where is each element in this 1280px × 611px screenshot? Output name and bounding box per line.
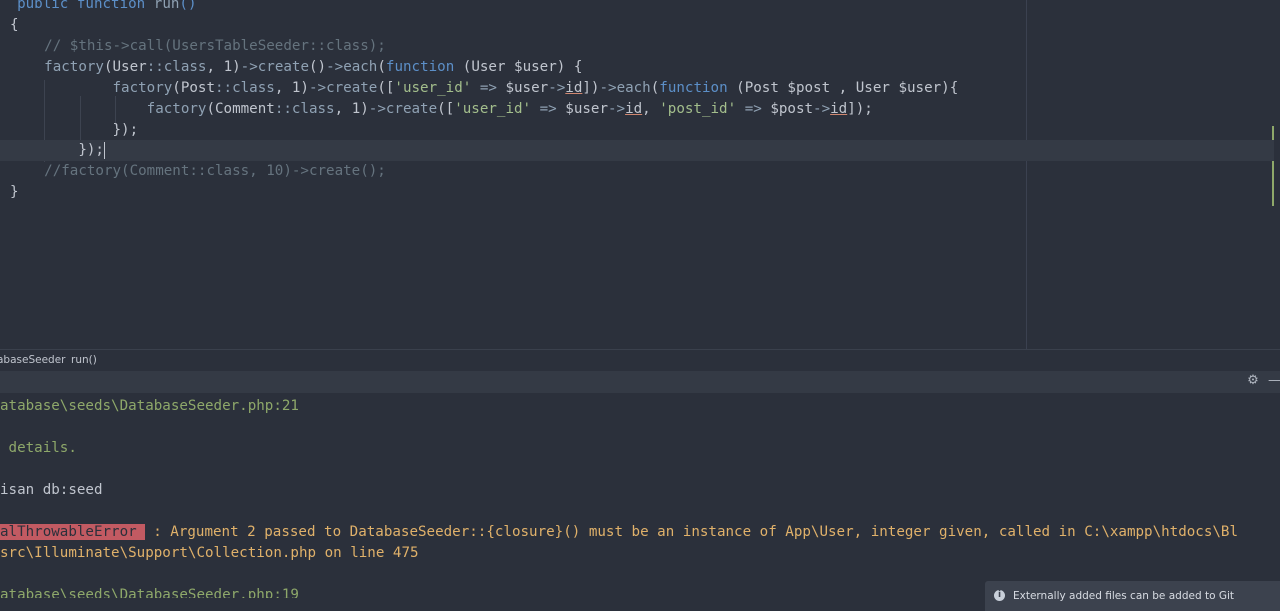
error-badge: alThrowableError bbox=[0, 524, 145, 540]
terminal-line: atabase\seeds\DatabaseSeeder.php:19 bbox=[0, 587, 299, 598]
code-comment: //factory(Comment::class, 10)->create(); bbox=[10, 163, 386, 179]
terminal-output[interactable]: atabase\seeds\DatabaseSeeder.php:21 deta… bbox=[0, 393, 1280, 598]
terminal-header: ⚙ — bbox=[0, 371, 1280, 393]
terminal-line: details. bbox=[0, 440, 77, 456]
terminal-line: isan db:seed bbox=[0, 482, 103, 498]
code-text: { bbox=[10, 17, 19, 33]
code-line: factory(User::class, 1)->create()->each(… bbox=[0, 57, 1274, 78]
code-text: }); bbox=[10, 142, 104, 158]
breadcrumb-method[interactable]: run() bbox=[71, 354, 97, 366]
gear-icon[interactable]: ⚙ bbox=[1245, 373, 1261, 389]
code-editor[interactable]: public function run() { // $this->call(U… bbox=[0, 0, 1280, 349]
terminal-line: atabase\seeds\DatabaseSeeder.php:21 bbox=[0, 398, 299, 414]
breadcrumb-separator: › bbox=[57, 354, 62, 366]
code-line: //factory(Comment::class, 10)->create(); bbox=[0, 161, 1274, 182]
code-line: }); bbox=[0, 120, 1274, 141]
code-line-current: }); bbox=[0, 140, 1274, 161]
terminal-error-line: alThrowableError : Argument 2 passed to … bbox=[0, 522, 1238, 543]
text-caret bbox=[104, 142, 105, 159]
code-line: } bbox=[0, 182, 1274, 203]
error-message: : Argument 2 passed to DatabaseSeeder::{… bbox=[144, 524, 1238, 540]
code-text: factory(Comment::class, 1)->create(['use… bbox=[146, 101, 873, 117]
code-text: } bbox=[10, 184, 19, 200]
code-text: public function run() bbox=[17, 0, 197, 12]
code-line: factory(Comment::class, 1)->create(['use… bbox=[0, 99, 1274, 120]
code-text: }); bbox=[10, 122, 139, 138]
code-line: // $this->call(UsersTableSeeder::class); bbox=[0, 36, 1274, 57]
breadcrumb-class[interactable]: abaseSeeder bbox=[0, 354, 66, 366]
breadcrumb: abaseSeeder › run() bbox=[0, 349, 1280, 371]
code-comment: // $this->call(UsersTableSeeder::class); bbox=[10, 38, 386, 54]
code-line: factory(Post::class, 1)->create(['user_i… bbox=[0, 78, 1274, 99]
info-icon: i bbox=[994, 590, 1005, 601]
code-text: factory(User::class, 1)->create()->each(… bbox=[44, 59, 583, 75]
code-text: factory(Post::class, 1)->create(['user_i… bbox=[112, 80, 959, 96]
minimize-icon[interactable]: — bbox=[1268, 373, 1280, 389]
code-line: { bbox=[0, 15, 1274, 36]
notification-toast[interactable]: i Externally added files can be added to… bbox=[985, 581, 1280, 611]
toast-message: Externally added files can be added to G… bbox=[1013, 590, 1234, 602]
terminal-line: src\Illuminate\Support\Collection.php on… bbox=[0, 545, 419, 561]
code-line: public function run() bbox=[0, 0, 1274, 15]
